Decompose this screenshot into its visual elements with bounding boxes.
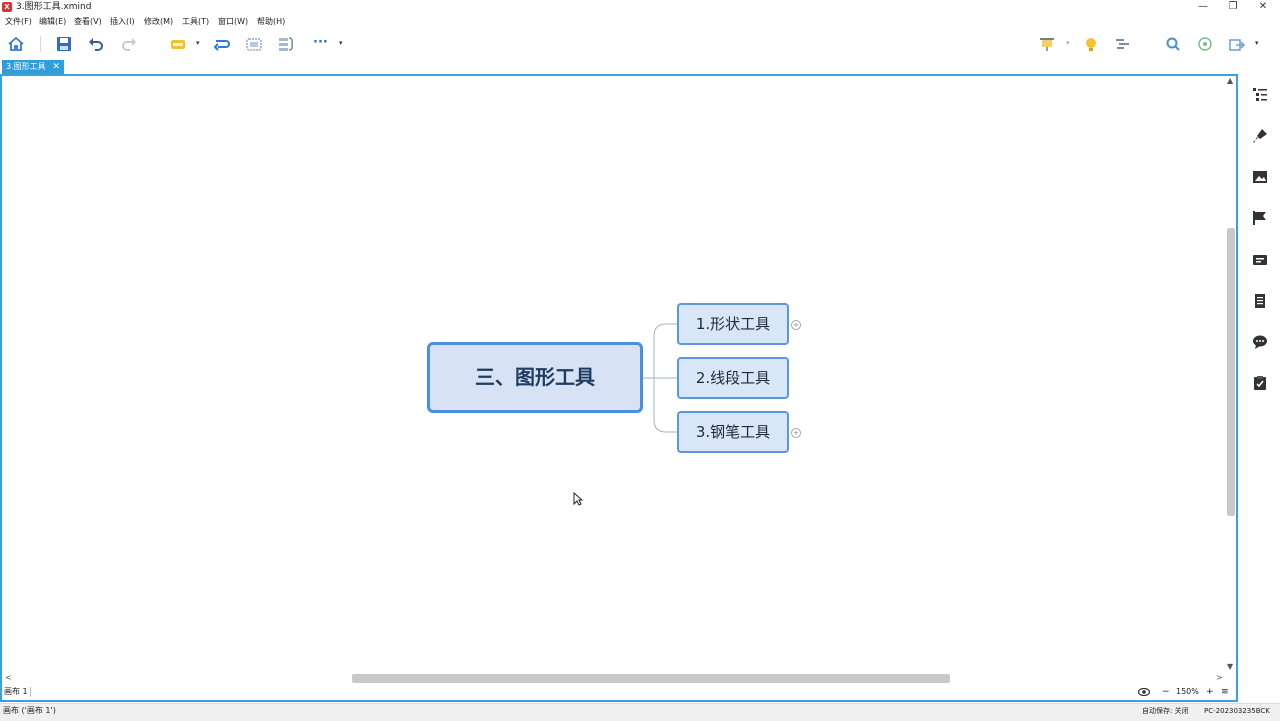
relationship-button[interactable] bbox=[213, 35, 231, 53]
format-button[interactable] bbox=[1252, 128, 1268, 144]
more-icon[interactable]: ··· bbox=[313, 35, 328, 50]
zoom-in-button[interactable]: + bbox=[1206, 686, 1214, 698]
expand-subtopic-icon[interactable]: + bbox=[791, 320, 801, 330]
search-button[interactable] bbox=[1164, 35, 1182, 53]
redo-button[interactable] bbox=[120, 35, 138, 53]
window-title: 3.图形工具.xmind bbox=[16, 2, 92, 12]
undo-icon bbox=[89, 38, 103, 51]
menu-tools[interactable]: 工具(T) bbox=[182, 16, 209, 27]
notes-button[interactable] bbox=[1252, 293, 1268, 309]
topic-dropdown-icon[interactable]: ▾ bbox=[196, 39, 200, 47]
sheet-divider bbox=[30, 687, 31, 697]
home-icon bbox=[8, 36, 24, 51]
gantt-icon bbox=[1116, 39, 1129, 49]
toolbar-divider bbox=[40, 36, 41, 52]
vertical-scroll-thumb[interactable] bbox=[1227, 228, 1235, 516]
task-button[interactable] bbox=[1252, 375, 1268, 391]
status-bar bbox=[0, 703, 1280, 721]
subtopic-shape-tool[interactable]: 1.形状工具 bbox=[677, 303, 789, 345]
tab-close-icon[interactable]: ✕ bbox=[52, 60, 60, 74]
subtopic-line-tool[interactable]: 2.线段工具 bbox=[677, 357, 789, 399]
autosave-status[interactable]: 自动保存: 关闭 bbox=[1142, 706, 1189, 716]
share-icon bbox=[1198, 37, 1212, 51]
menu-help[interactable]: 帮助(H) bbox=[257, 16, 285, 27]
boundary-icon bbox=[246, 38, 262, 51]
topic-icon bbox=[171, 40, 185, 49]
maximize-button[interactable]: ❐ bbox=[1218, 0, 1248, 14]
tab-label: 3.图形工具 bbox=[6, 62, 46, 71]
brainstorm-button[interactable] bbox=[1082, 35, 1100, 53]
document-tab-bar: 3.图形工具 ✕ bbox=[0, 60, 1280, 74]
menu-modify[interactable]: 修改(M) bbox=[144, 16, 173, 27]
xmind-app-icon: X bbox=[2, 2, 12, 12]
expand-subtopic-icon[interactable]: + bbox=[791, 428, 801, 438]
scroll-up-icon[interactable]: ▲ bbox=[1227, 76, 1233, 85]
redo-icon bbox=[122, 38, 136, 51]
scroll-left-icon[interactable]: < bbox=[5, 673, 12, 682]
save-button[interactable] bbox=[55, 35, 73, 53]
presentation-icon bbox=[1040, 38, 1054, 51]
menu-edit[interactable]: 编辑(E) bbox=[39, 16, 66, 27]
format-brush-icon bbox=[1253, 129, 1267, 143]
home-button[interactable] bbox=[7, 35, 25, 53]
mouse-cursor-icon bbox=[573, 492, 583, 506]
horizontal-scroll-thumb[interactable] bbox=[352, 674, 950, 683]
summary-icon bbox=[279, 37, 293, 51]
central-topic[interactable]: 三、图形工具 bbox=[427, 342, 643, 413]
brainstorm-icon bbox=[1086, 38, 1096, 51]
sheet-bar bbox=[2, 684, 1236, 700]
label-icon bbox=[1253, 255, 1267, 265]
title-bar bbox=[0, 0, 1280, 14]
search-icon bbox=[1166, 37, 1180, 51]
scroll-down-icon[interactable]: ▼ bbox=[1227, 662, 1233, 671]
sheet-menu-icon[interactable]: ≡ bbox=[1221, 686, 1229, 698]
gantt-button[interactable] bbox=[1114, 35, 1132, 53]
topic-connectors bbox=[643, 323, 680, 433]
zoom-out-button[interactable]: − bbox=[1162, 686, 1170, 698]
boundary-button[interactable] bbox=[245, 35, 263, 53]
menu-window[interactable]: 窗口(W) bbox=[218, 16, 248, 27]
toolbar: ▾ ··· ▾ ▾ ▾ bbox=[0, 30, 1280, 58]
summary-button[interactable] bbox=[277, 35, 295, 53]
insert-topic-button[interactable] bbox=[169, 35, 187, 53]
undo-button[interactable] bbox=[87, 35, 105, 53]
tab-document[interactable]: 3.图形工具 ✕ bbox=[2, 60, 64, 74]
export-icon bbox=[1229, 39, 1246, 51]
scroll-right-icon[interactable]: > bbox=[1216, 673, 1223, 682]
presentation-dropdown-icon[interactable]: ▾ bbox=[1066, 39, 1070, 47]
eye-icon[interactable] bbox=[1138, 687, 1150, 697]
menu-view[interactable]: 查看(V) bbox=[74, 16, 102, 27]
status-text: 画布 ('画布 1') bbox=[3, 706, 56, 715]
relationship-icon bbox=[213, 40, 230, 51]
outline-icon bbox=[1253, 88, 1267, 101]
notes-icon bbox=[1255, 294, 1265, 308]
share-button[interactable] bbox=[1196, 35, 1214, 53]
menu-bar: 文件(F) 编辑(E) 查看(V) 插入(I) 修改(M) 工具(T) 窗口(W… bbox=[0, 14, 1280, 29]
zoom-level[interactable]: 150% bbox=[1176, 686, 1199, 698]
comments-icon bbox=[1253, 335, 1267, 349]
pc-name: PC-202303235BCK bbox=[1204, 707, 1270, 715]
menu-file[interactable]: 文件(F) bbox=[5, 16, 32, 27]
image-icon bbox=[1253, 171, 1267, 183]
comments-button[interactable] bbox=[1252, 334, 1268, 350]
sheet-tab[interactable]: 画布 1 bbox=[4, 686, 28, 698]
export-dropdown-icon[interactable]: ▾ bbox=[1255, 39, 1259, 47]
subtopic-pen-tool[interactable]: 3.钢笔工具 bbox=[677, 411, 789, 453]
export-button[interactable] bbox=[1228, 35, 1246, 53]
more-dropdown-icon[interactable]: ▾ bbox=[339, 39, 343, 47]
minimize-button[interactable]: — bbox=[1188, 0, 1218, 14]
close-window-button[interactable]: ✕ bbox=[1248, 0, 1278, 14]
flag-marker-icon bbox=[1253, 211, 1266, 225]
outline-button[interactable] bbox=[1252, 86, 1268, 102]
task-icon bbox=[1254, 376, 1266, 390]
presentation-button[interactable] bbox=[1038, 35, 1056, 53]
image-button[interactable] bbox=[1252, 169, 1268, 185]
menu-insert[interactable]: 插入(I) bbox=[110, 16, 135, 27]
save-icon bbox=[57, 37, 71, 51]
label-button[interactable] bbox=[1252, 252, 1268, 268]
marker-button[interactable] bbox=[1252, 210, 1268, 226]
